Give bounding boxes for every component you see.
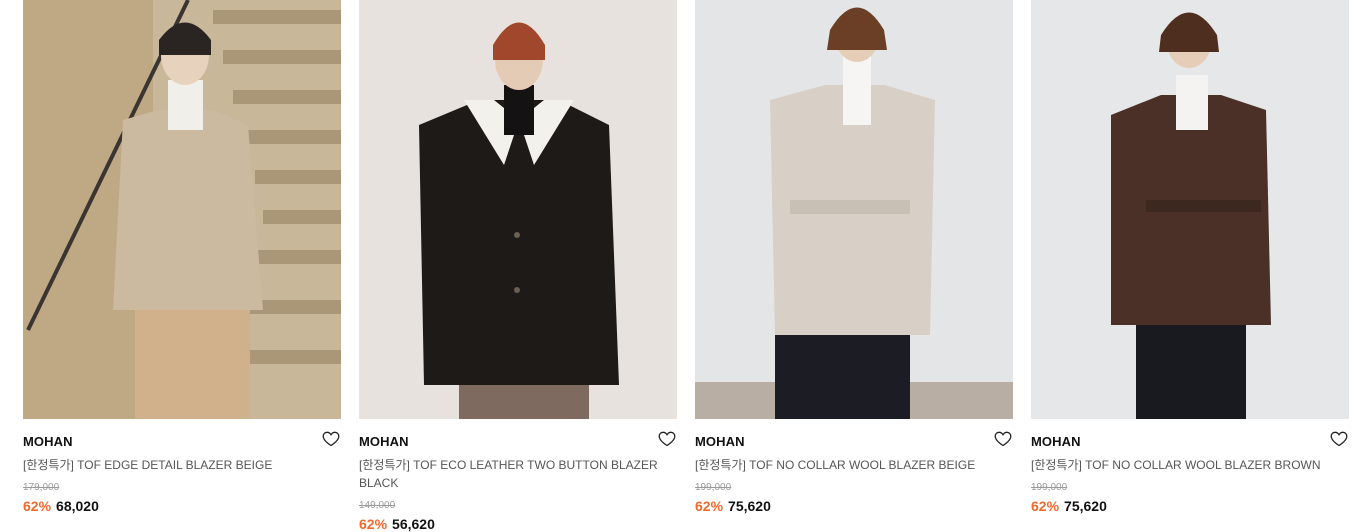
product-image[interactable] <box>23 0 341 419</box>
sale-price: 75,620 <box>728 498 771 514</box>
original-price: 199,000 <box>695 482 732 493</box>
discount-rate: 62% <box>23 498 52 514</box>
brand-name[interactable]: MOHAN <box>359 434 409 449</box>
discount-rate: 62% <box>695 498 724 514</box>
original-price: 199,000 <box>1031 482 1068 493</box>
product-name[interactable]: [한정특가] TOF EDGE DETAIL BLAZER BEIGE <box>23 456 335 474</box>
discount-rate: 62% <box>359 516 388 532</box>
sale-price: 68,020 <box>56 498 99 514</box>
price-row: 62% 75,620 <box>1031 498 1107 514</box>
product-card: MOHAN [한정특가] TOF NO COLLAR WOOL BLAZER B… <box>695 0 1013 526</box>
product-photo <box>1031 0 1349 419</box>
discount-rate: 62% <box>1031 498 1060 514</box>
sale-price: 56,620 <box>392 516 435 532</box>
heart-outline-icon[interactable] <box>322 431 340 447</box>
product-photo <box>359 0 677 419</box>
product-name[interactable]: [한정특가] TOF NO COLLAR WOOL BLAZER BROWN <box>1031 456 1343 474</box>
sale-price: 75,620 <box>1064 498 1107 514</box>
product-image[interactable] <box>359 0 677 419</box>
original-price: 179,000 <box>23 482 60 493</box>
product-grid: MOHAN [한정특가] TOF EDGE DETAIL BLAZER BEIG… <box>23 0 1349 532</box>
price-row: 62% 56,620 <box>359 516 435 532</box>
product-name[interactable]: [한정특가] TOF NO COLLAR WOOL BLAZER BEIGE <box>695 456 1007 474</box>
price-row: 62% 68,020 <box>23 498 99 514</box>
heart-outline-icon[interactable] <box>658 431 676 447</box>
product-name[interactable]: [한정특가] TOF ECO LEATHER TWO BUTTON BLAZER… <box>359 456 671 492</box>
brand-name[interactable]: MOHAN <box>23 434 73 449</box>
product-photo <box>23 0 341 419</box>
product-card: MOHAN [한정특가] TOF EDGE DETAIL BLAZER BEIG… <box>23 0 341 526</box>
brand-name[interactable]: MOHAN <box>1031 434 1081 449</box>
product-image[interactable] <box>695 0 1013 419</box>
product-image[interactable] <box>1031 0 1349 419</box>
product-photo <box>695 0 1013 419</box>
product-card: MOHAN [한정특가] TOF ECO LEATHER TWO BUTTON … <box>359 0 677 532</box>
heart-outline-icon[interactable] <box>1330 431 1348 447</box>
original-price: 149,000 <box>359 500 396 511</box>
heart-outline-icon[interactable] <box>994 431 1012 447</box>
price-row: 62% 75,620 <box>695 498 771 514</box>
product-card: MOHAN [한정특가] TOF NO COLLAR WOOL BLAZER B… <box>1031 0 1349 526</box>
brand-name[interactable]: MOHAN <box>695 434 745 449</box>
